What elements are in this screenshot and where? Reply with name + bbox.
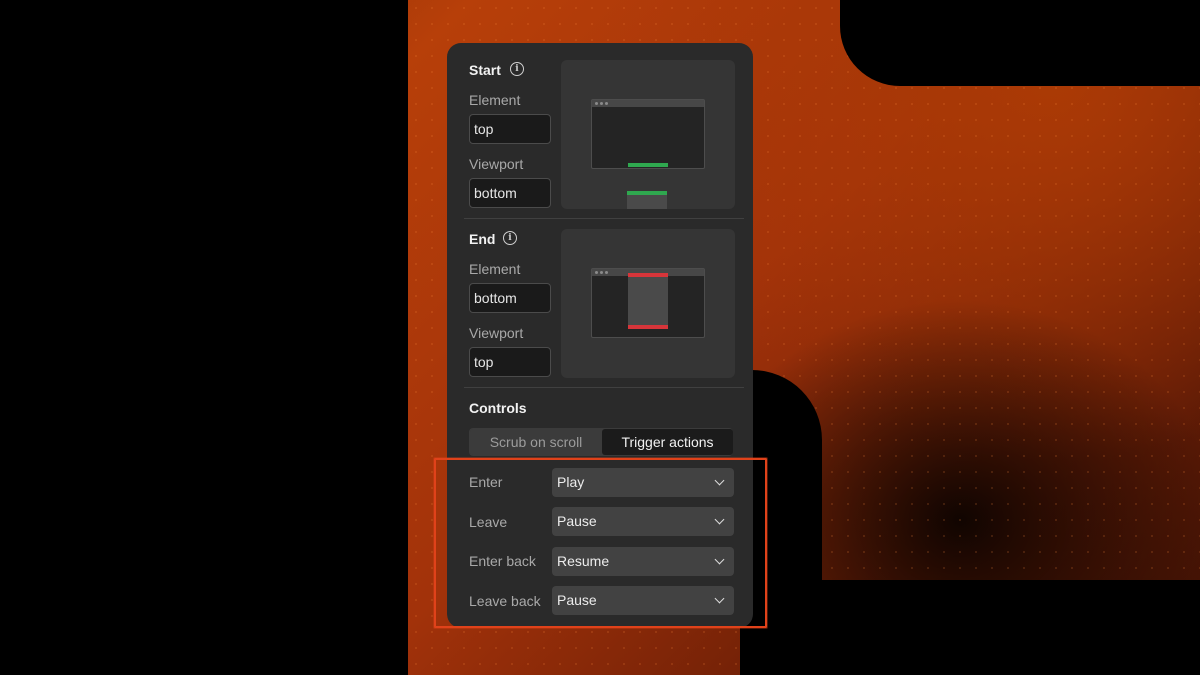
mode-scrub-on-scroll[interactable]: Scrub on scroll	[470, 429, 602, 455]
start-element-marker	[627, 191, 667, 195]
start-preview	[561, 60, 735, 209]
end-element-block	[628, 277, 668, 327]
start-element-input[interactable]: top	[469, 114, 551, 144]
trigger-actions-highlight-box	[434, 458, 767, 628]
end-element-marker	[628, 325, 668, 329]
end-element-label: Element	[469, 261, 521, 277]
end-preview	[561, 229, 735, 378]
start-viewport-marker	[628, 163, 668, 167]
end-viewport-input[interactable]: top	[469, 347, 551, 377]
end-viewport-marker	[628, 273, 668, 277]
section-divider	[464, 218, 744, 219]
info-circle-icon[interactable]: i	[503, 231, 517, 245]
end-section-title: End	[469, 231, 496, 247]
start-section-title: Start	[469, 62, 501, 78]
mini-browser-bar	[592, 100, 704, 107]
start-viewport-input[interactable]: bottom	[469, 178, 551, 208]
controls-mode-toggle: Scrub on scroll Trigger actions	[469, 428, 733, 456]
start-element-label: Element	[469, 92, 521, 108]
background-cutout-bottom-right	[740, 580, 1200, 675]
end-element-input[interactable]: bottom	[469, 283, 551, 313]
mini-browser-window	[591, 268, 705, 338]
end-viewport-label: Viewport	[469, 325, 524, 341]
background-cutout-top-right	[840, 0, 1200, 86]
mini-browser-window	[591, 99, 705, 169]
mode-trigger-actions[interactable]: Trigger actions	[602, 429, 733, 455]
section-divider	[464, 387, 744, 388]
controls-section-title: Controls	[469, 400, 527, 416]
info-circle-icon[interactable]: i	[510, 62, 524, 76]
start-viewport-label: Viewport	[469, 156, 524, 172]
